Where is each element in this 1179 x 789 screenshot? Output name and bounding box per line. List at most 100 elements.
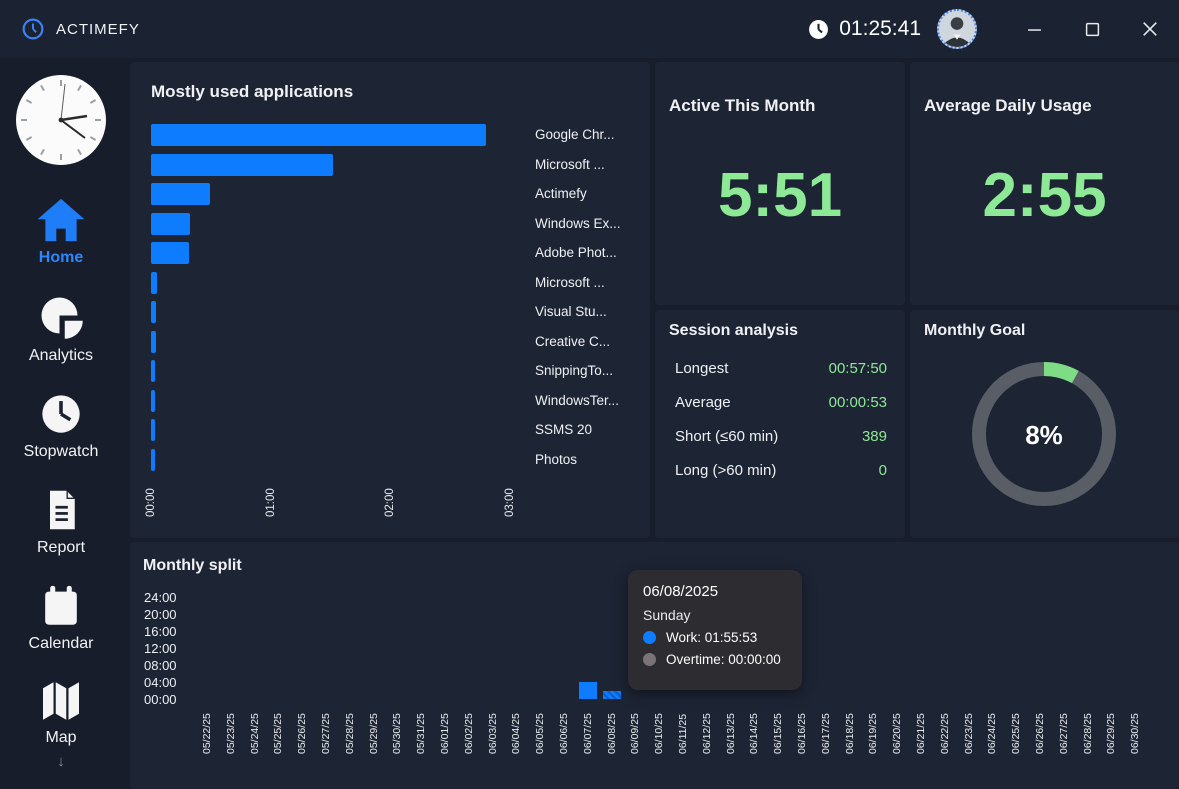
maximize-button[interactable]	[1063, 0, 1121, 58]
date-axis-tick: 06/23/25	[963, 706, 975, 754]
average-daily-usage-card: Average Daily Usage 2:55	[910, 62, 1179, 305]
y-axis-tick: 04:00	[144, 675, 196, 690]
goal-title: Monthly Goal	[924, 322, 1025, 340]
date-axis-tick: 06/08/25	[606, 706, 618, 754]
session-label: Longest	[675, 360, 728, 377]
monthly-goal-panel: Monthly Goal 8%	[910, 310, 1179, 538]
session-value: 00:57:50	[829, 360, 887, 377]
date-axis-tick: 06/02/25	[463, 706, 475, 754]
document-icon	[39, 487, 83, 533]
session-label: Short (≤60 min)	[675, 428, 778, 445]
date-axis-tick: 06/12/25	[701, 706, 713, 754]
date-axis-tick: 05/30/25	[391, 706, 403, 754]
sidebar-item-report[interactable]: Report	[6, 487, 116, 557]
app-usage-bar[interactable]	[151, 183, 210, 205]
date-axis-tick: 05/24/25	[249, 706, 261, 754]
app-usage-bar[interactable]	[151, 124, 486, 146]
app-label: Google Chr...	[535, 127, 615, 142]
day-tooltip: 06/08/2025 Sunday Work: 01:55:53 Overtim…	[628, 570, 802, 690]
date-axis-tick: 06/28/25	[1082, 706, 1094, 754]
date-axis-tick: 06/06/25	[558, 706, 570, 754]
session-label: Average	[675, 394, 731, 411]
sidebar-item-analytics[interactable]: Analytics	[6, 293, 116, 365]
app-logo-clock-icon	[22, 18, 44, 40]
date-axis-tick: 05/28/25	[344, 706, 356, 754]
date-axis-tick: 05/22/25	[201, 706, 213, 754]
app-usage-bar[interactable]	[151, 242, 189, 264]
date-axis-tick: 06/20/25	[891, 706, 903, 754]
date-axis-tick: 06/27/25	[1058, 706, 1070, 754]
date-axis-tick: 06/18/25	[844, 706, 856, 754]
sidebar-item-calendar[interactable]: Calendar	[6, 583, 116, 653]
x-axis-tick: 02:00	[384, 477, 396, 517]
date-axis-tick: 06/21/25	[915, 706, 927, 754]
sidebar-scroll-down-indicator[interactable]: ↓	[57, 753, 65, 770]
date-axis-tick: 06/07/25	[582, 706, 594, 754]
app-usage-bar[interactable]	[151, 213, 190, 235]
tooltip-date: 06/08/2025	[643, 583, 787, 600]
date-axis-tick: 05/25/25	[272, 706, 284, 754]
date-axis-tick: 06/13/25	[725, 706, 737, 754]
x-axis-tick: 03:00	[504, 477, 516, 517]
app-branding: ACTIMEFY	[0, 18, 140, 40]
date-axis-tick: 06/05/25	[534, 706, 546, 754]
app-usage-bar[interactable]	[151, 331, 156, 353]
date-axis-tick: 06/09/25	[629, 706, 641, 754]
x-axis-tick: 01:00	[265, 477, 277, 517]
overtime-series-dot	[643, 653, 656, 666]
date-axis-tick: 05/23/25	[225, 706, 237, 754]
y-axis-tick: 08:00	[144, 658, 196, 673]
home-icon	[36, 197, 86, 243]
app-label: Photos	[535, 452, 577, 467]
app-title: ACTIMEFY	[56, 21, 140, 38]
app-usage-bar[interactable]	[151, 449, 155, 471]
sidebar-item-stopwatch[interactable]: Stopwatch	[6, 391, 116, 461]
date-axis-tick: 06/10/25	[653, 706, 665, 754]
sidebar: Home Analytics Stopwatch	[0, 58, 122, 789]
y-axis-tick: 16:00	[144, 624, 196, 639]
date-axis-tick: 06/30/25	[1129, 706, 1141, 754]
date-axis-tick: 06/24/25	[986, 706, 998, 754]
date-axis-tick: 06/01/25	[439, 706, 451, 754]
y-axis-tick: 20:00	[144, 607, 196, 622]
app-usage-bar[interactable]	[151, 360, 155, 382]
app-label: Creative C...	[535, 334, 610, 349]
app-usage-bar[interactable]	[151, 390, 155, 412]
work-day-bar[interactable]	[579, 682, 597, 699]
app-label: Microsoft ...	[535, 157, 605, 172]
sidebar-item-label: Stopwatch	[24, 443, 99, 461]
avatar[interactable]	[937, 9, 977, 49]
date-axis-tick: 06/15/25	[772, 706, 784, 754]
date-axis-tick: 06/11/25	[677, 706, 689, 754]
app-usage-bar[interactable]	[151, 419, 155, 441]
maximize-icon	[1085, 22, 1100, 37]
app-usage-bar[interactable]	[151, 301, 156, 323]
sidebar-item-map[interactable]: Map	[6, 679, 116, 747]
sidebar-item-home[interactable]: Home	[6, 197, 116, 267]
apps-chart-title: Mostly used applications	[151, 82, 353, 102]
session-value: 389	[862, 428, 887, 445]
y-axis-tick: 00:00	[144, 692, 196, 707]
work-day-bar[interactable]	[603, 691, 621, 699]
tooltip-work-text: Work: 01:55:53	[666, 630, 757, 645]
app-label: Adobe Phot...	[535, 245, 617, 260]
app-label: Visual Stu...	[535, 304, 607, 319]
app-label: WindowsTer...	[535, 393, 619, 408]
session-row: Longest 00:57:50	[675, 360, 887, 377]
sidebar-item-label: Calendar	[29, 635, 94, 653]
close-button[interactable]	[1121, 0, 1179, 58]
sidebar-item-label: Map	[45, 729, 76, 747]
y-axis-tick: 12:00	[144, 641, 196, 656]
app-usage-bar[interactable]	[151, 154, 333, 176]
minimize-button[interactable]	[1005, 0, 1063, 58]
app-window: ACTIMEFY 01:25:41	[0, 0, 1179, 789]
date-axis-tick: 05/31/25	[415, 706, 427, 754]
tooltip-day: Sunday	[643, 607, 787, 623]
date-axis-tick: 05/26/25	[296, 706, 308, 754]
active-month-value: 5:51	[655, 160, 905, 231]
date-axis-tick: 06/14/25	[748, 706, 760, 754]
date-axis-tick: 06/19/25	[867, 706, 879, 754]
session-analysis-panel: Session analysis Longest 00:57:50 Averag…	[655, 310, 905, 538]
active-this-month-card: Active This Month 5:51	[655, 62, 905, 305]
app-usage-bar[interactable]	[151, 272, 157, 294]
